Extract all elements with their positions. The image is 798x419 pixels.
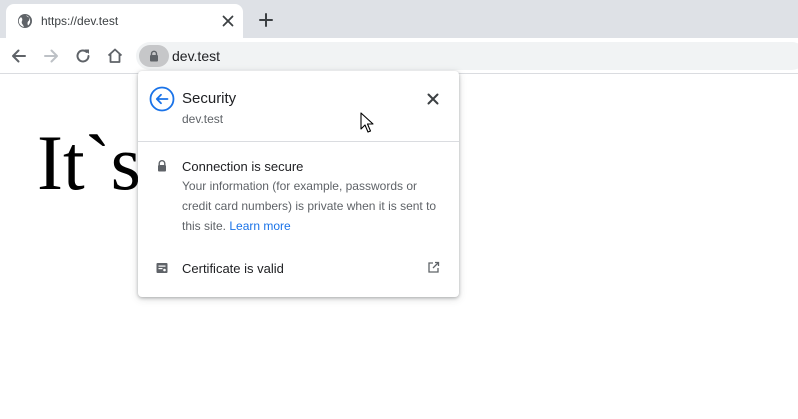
lock-icon	[158, 160, 166, 172]
browser-tab[interactable]: https://dev.test	[6, 4, 243, 38]
certificate-row[interactable]: Certificate is valid	[138, 252, 459, 282]
home-icon[interactable]	[105, 46, 125, 66]
connection-description-text: Your information (for example, passwords…	[182, 179, 437, 233]
close-tab-icon[interactable]	[220, 13, 236, 29]
url-text[interactable]: dev.test	[172, 48, 220, 64]
popup-divider	[138, 141, 459, 142]
connection-status-title: Connection is secure	[182, 159, 304, 174]
mouse-cursor-icon	[360, 112, 374, 133]
back-circle-arrow-icon[interactable]	[149, 86, 175, 112]
address-bar[interactable]: dev.test	[136, 42, 798, 70]
popup-subtitle: dev.test	[182, 112, 224, 126]
certificate-icon	[156, 263, 168, 273]
site-info-button[interactable]	[139, 45, 169, 67]
globe-icon	[18, 14, 32, 28]
learn-more-link[interactable]: Learn more	[229, 219, 290, 233]
lock-icon	[150, 50, 158, 62]
close-icon[interactable]	[425, 91, 441, 107]
back-arrow-icon[interactable]	[9, 46, 29, 66]
page-heading: It`s	[37, 119, 141, 206]
new-tab-plus-icon[interactable]	[256, 10, 276, 30]
connection-description: Your information (for example, passwords…	[182, 176, 444, 236]
external-link-icon	[428, 261, 440, 273]
tab-strip: https://dev.test	[0, 0, 798, 38]
toolbar: dev.test	[0, 38, 798, 74]
tab-title: https://dev.test	[41, 14, 119, 28]
popup-title: Security	[182, 90, 237, 107]
reload-icon[interactable]	[73, 46, 93, 66]
site-security-popup: Security dev.test Connection is secure Y…	[138, 71, 459, 297]
forward-arrow-icon[interactable]	[41, 46, 61, 66]
certificate-label: Certificate is valid	[182, 261, 284, 276]
